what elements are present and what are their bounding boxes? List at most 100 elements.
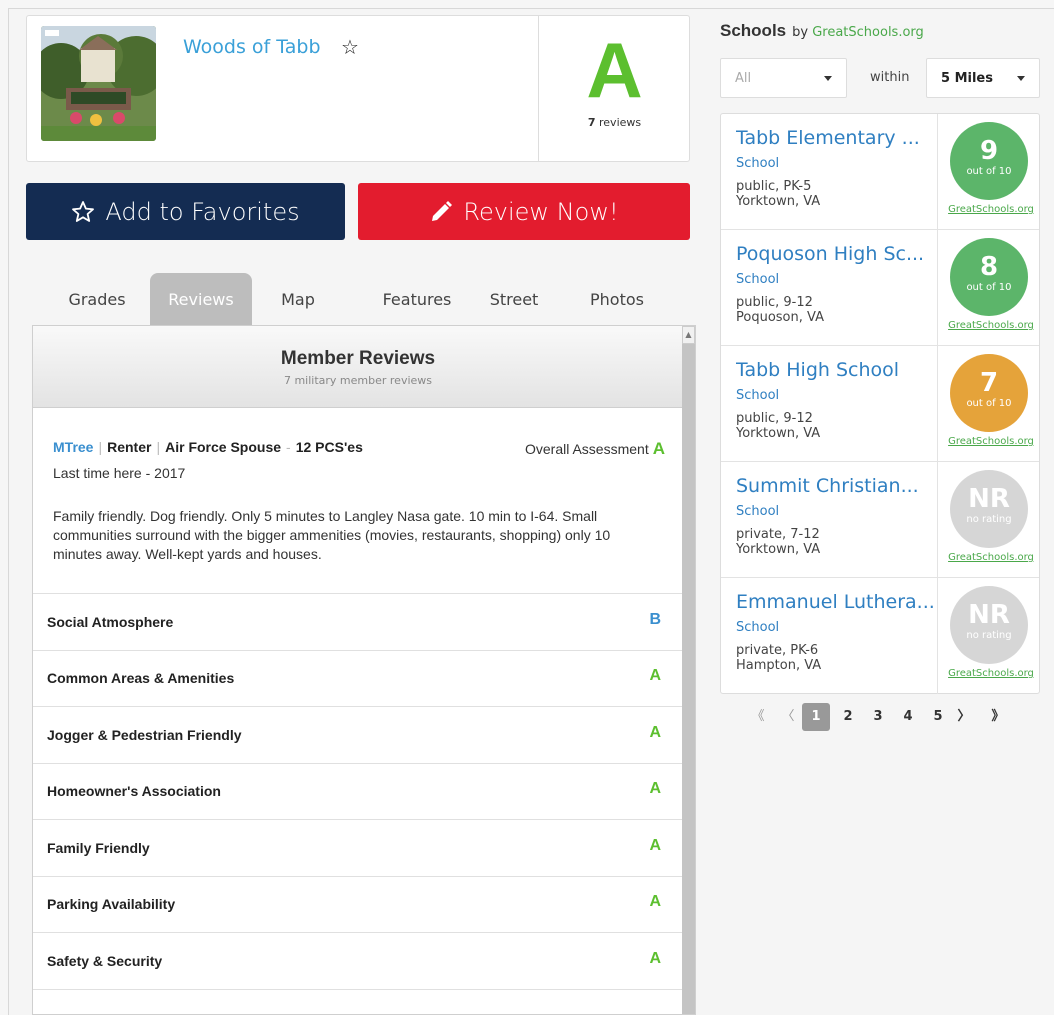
school-name[interactable]: Poquoson High Sc...: [736, 243, 936, 265]
category-row: Common Areas & Amenities A: [33, 651, 683, 707]
school-name[interactable]: Emmanuel Luthera...: [736, 591, 936, 613]
school-type: School: [736, 388, 780, 403]
school-type: School: [736, 156, 780, 171]
category-grade: A: [649, 724, 661, 741]
school-type: School: [736, 504, 780, 519]
distance-select[interactable]: 5 Miles: [926, 58, 1040, 98]
add-to-favorites-button[interactable]: Add to Favorites: [26, 183, 345, 240]
greatschools-link[interactable]: GreatSchools.org: [943, 204, 1039, 215]
school-city: Yorktown, VA: [736, 542, 821, 557]
tab-bar: Grades Reviews Map Features Street Photo…: [32, 273, 696, 326]
star-icon: [72, 200, 95, 222]
greatschools-link[interactable]: GreatSchools.org: [943, 552, 1039, 563]
school-type: School: [736, 620, 780, 635]
category-grade: A: [649, 950, 661, 967]
chevron-down-icon: [824, 75, 832, 81]
school-name[interactable]: Tabb High School: [736, 359, 936, 381]
school-city: Yorktown, VA: [736, 426, 821, 441]
page-1-button[interactable]: 1: [802, 703, 830, 731]
greatschools-link[interactable]: GreatSchools.org: [943, 436, 1039, 447]
review-text: Family friendly. Dog friendly. Only 5 mi…: [53, 508, 611, 562]
school-type: School: [736, 272, 780, 287]
category-grade: A: [649, 837, 661, 854]
school-item[interactable]: Summit Christian... School private, 7-12…: [721, 462, 1039, 578]
category-row: Jogger & Pedestrian Friendly A: [33, 708, 683, 764]
greatschools-link[interactable]: GreatSchools.org: [812, 25, 924, 40]
school-item[interactable]: Tabb Elementary ... School public, PK-5 …: [721, 114, 1039, 230]
category-grade: B: [649, 611, 661, 628]
school-city: Poquoson, VA: [736, 310, 824, 325]
school-item[interactable]: Tabb High School School public, 9-12 Yor…: [721, 346, 1039, 462]
reviews-subtitle: 7 military member reviews: [283, 374, 433, 387]
school-item[interactable]: Emmanuel Luthera... School private, PK-6…: [721, 578, 1039, 694]
school-name[interactable]: Summit Christian...: [736, 475, 936, 497]
review-item: MTree | Renter | Air Force Spouse -12 PCS'es …: [33, 409, 683, 594]
property-photo[interactable]: [41, 26, 156, 141]
pencil-icon: [432, 200, 453, 221]
property-name[interactable]: Woods of Tabb: [183, 36, 321, 58]
school-rating-badge: NR no rating: [950, 586, 1028, 664]
tab-map[interactable]: Map: [262, 273, 334, 326]
reviewer-name[interactable]: MTree: [53, 439, 93, 455]
school-name[interactable]: Tabb Elementary ...: [736, 127, 936, 149]
star-outline-icon[interactable]: ☆: [341, 35, 359, 59]
school-level: private, PK-6: [736, 643, 819, 658]
chevron-down-icon: [1017, 75, 1025, 81]
school-level: private, 7-12: [736, 527, 820, 542]
school-level: public, 9-12: [736, 411, 813, 426]
last-time-here: Last time here - 2017: [53, 465, 186, 481]
tab-reviews[interactable]: Reviews: [150, 273, 252, 326]
review-now-button[interactable]: Review Now!: [358, 183, 690, 240]
school-level: public, 9-12: [736, 295, 813, 310]
school-rating-badge: 9 out of 10: [950, 122, 1028, 200]
category-row: Parking Availability A: [33, 877, 683, 933]
within-label: within: [870, 70, 910, 85]
page-3-button[interactable]: 3: [866, 703, 890, 731]
overall-grade: A: [586, 26, 643, 114]
page-5-button[interactable]: 5: [926, 703, 950, 731]
reviewer-tenure: Renter: [107, 439, 152, 455]
reviewer-pcs: 12 PCS'es: [295, 439, 363, 455]
review-meta: MTree | Renter | Air Force Spouse -12 PCS'es: [53, 439, 363, 455]
school-rating-badge: NR no rating: [950, 470, 1028, 548]
reviewer-role: Air Force Spouse: [165, 439, 282, 455]
page-4-button[interactable]: 4: [896, 703, 920, 731]
overall-grade-box: A 7 reviews: [538, 16, 690, 161]
pagination: 《 〈 1 2 3 4 5 〉 》: [744, 703, 1024, 731]
category-row: Social Atmosphere B: [33, 595, 683, 651]
prev-page-button[interactable]: 〈: [778, 703, 798, 731]
school-item[interactable]: Poquoson High Sc... School public, 9-12 …: [721, 230, 1039, 346]
first-page-button[interactable]: 《: [748, 703, 768, 731]
greatschools-link[interactable]: GreatSchools.org: [943, 320, 1039, 331]
overall-assessment: Overall Assessment A: [525, 439, 665, 458]
property-card: Woods of Tabb ☆ A 7 reviews: [26, 15, 690, 162]
category-grade: A: [649, 667, 661, 684]
scroll-up-arrow-icon[interactable]: ▲: [682, 326, 695, 344]
category-row: Homeowner's Association A: [33, 764, 683, 820]
category-row: Safety & Security A: [33, 934, 683, 990]
school-city: Yorktown, VA: [736, 194, 821, 209]
school-list: Tabb Elementary ... School public, PK-5 …: [720, 113, 1040, 694]
tab-grades[interactable]: Grades: [50, 273, 144, 326]
school-level: public, PK-5: [736, 179, 812, 194]
category-grade: A: [649, 780, 661, 797]
reviews-panel: Member Reviews 7 military member reviews…: [32, 325, 696, 1015]
school-city: Hampton, VA: [736, 658, 822, 673]
tab-features[interactable]: Features: [357, 273, 477, 326]
tab-photos[interactable]: Photos: [576, 273, 658, 326]
overall-assessment-grade: A: [652, 439, 665, 458]
review-count: 7 reviews: [587, 116, 642, 129]
school-rating-badge: 8 out of 10: [950, 238, 1028, 316]
page-2-button[interactable]: 2: [836, 703, 860, 731]
category-grade: A: [649, 893, 661, 910]
category-row: Family Friendly A: [33, 821, 683, 877]
school-rating-badge: 7 out of 10: [950, 354, 1028, 432]
reviews-scrollbar[interactable]: [682, 326, 695, 1014]
tab-street[interactable]: Street: [478, 273, 550, 326]
greatschools-link[interactable]: GreatSchools.org: [943, 668, 1039, 679]
next-page-button[interactable]: 〉: [954, 703, 974, 731]
school-type-select[interactable]: All: [720, 58, 847, 98]
schools-heading: Schools by GreatSchools.org: [720, 21, 924, 40]
last-page-button[interactable]: 》: [988, 703, 1008, 731]
reviews-header: Member Reviews 7 military member reviews: [33, 326, 683, 408]
